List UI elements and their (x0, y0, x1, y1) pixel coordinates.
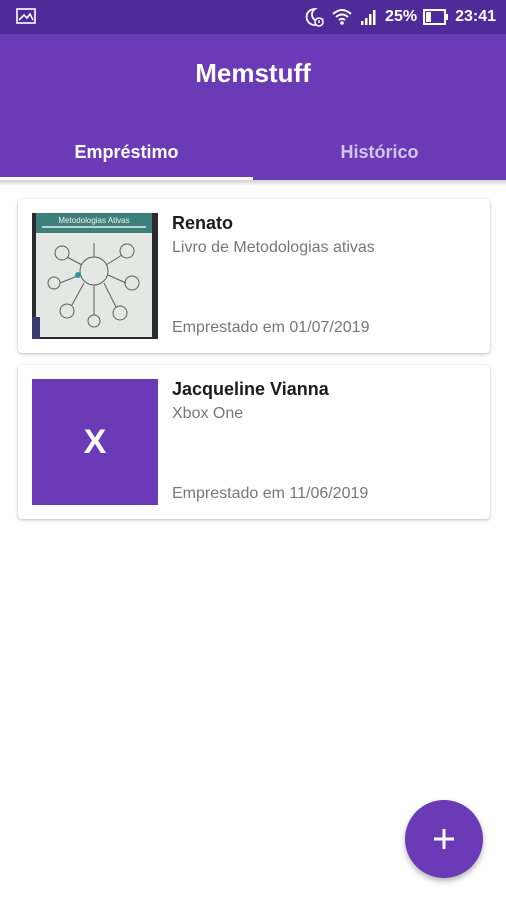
borrower-name: Renato (172, 213, 234, 233)
image-icon (16, 8, 36, 24)
dnd-moon-icon (305, 8, 324, 27)
item-description: Livro de Metodologias ativas (172, 239, 375, 256)
app-bar-shadow (0, 180, 506, 186)
book-photo-thumbnail: Metodologias Ativas (32, 213, 158, 339)
book-photo-caption: Metodologias Ativas (58, 216, 129, 225)
status-bar: 25% 23:41 (0, 0, 506, 34)
loan-card[interactable]: Metodologias Ativas Renato Livro de Meto… (18, 199, 490, 353)
loan-date: Emprestado em 01/07/2019 (172, 319, 370, 336)
status-time: 23:41 (455, 8, 496, 25)
add-loan-button[interactable] (405, 800, 483, 878)
loan-date: Emprestado em 11/06/2019 (172, 485, 369, 502)
borrower-name: Jacqueline Vianna (172, 379, 329, 399)
wifi-icon (332, 9, 352, 25)
signal-icon (361, 10, 376, 25)
tab-historico[interactable]: Histórico (253, 126, 506, 178)
plus-icon (434, 829, 454, 849)
book-photo-image: Metodologias Ativas (32, 213, 158, 339)
battery-icon (423, 9, 449, 25)
battery-percent: 25% (385, 8, 418, 25)
item-description: Xbox One (172, 405, 244, 422)
app-title: Memstuff (195, 58, 311, 88)
tab-emprestimo[interactable]: Empréstimo (0, 126, 253, 178)
tab-bar: Empréstimo Histórico (0, 126, 506, 178)
letter-thumbnail: X (32, 379, 158, 505)
loan-card[interactable]: X Jacqueline Vianna Xbox One Emprestado … (18, 365, 490, 519)
